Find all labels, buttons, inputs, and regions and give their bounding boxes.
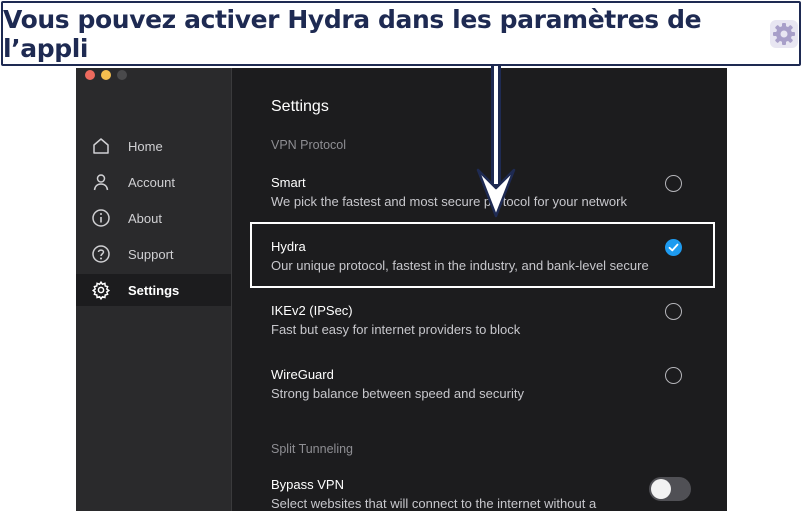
bypass-vpn-option: Bypass VPN Select websites that will con… xyxy=(271,477,701,511)
section-label-vpn-protocol: VPN Protocol xyxy=(271,138,347,152)
option-description: We pick the fastest and most secure prot… xyxy=(271,194,627,209)
option-name: WireGuard xyxy=(271,367,334,382)
sidebar-item-label: Home xyxy=(128,138,163,154)
toggle-knob xyxy=(651,479,671,499)
sidebar-item-settings[interactable]: Settings xyxy=(76,274,231,306)
checkmark-icon xyxy=(668,243,679,252)
option-name: IKEv2 (IPSec) xyxy=(271,303,353,318)
option-description: Fast but easy for internet providers to … xyxy=(271,322,521,337)
option-name: Smart xyxy=(271,175,306,190)
sidebar: Home Account About Support Settings xyxy=(76,68,232,511)
protocol-option-hydra[interactable]: Hydra Our unique protocol, fastest in th… xyxy=(271,239,701,283)
protocol-option-ikev2[interactable]: IKEv2 (IPSec) Fast but easy for internet… xyxy=(271,303,701,347)
protocol-option-wireguard[interactable]: WireGuard Strong balance between speed a… xyxy=(271,367,701,411)
close-window-button[interactable] xyxy=(85,70,95,80)
gear-icon xyxy=(769,19,799,49)
help-icon xyxy=(92,245,110,263)
gear-icon xyxy=(91,280,111,300)
zoom-window-button[interactable] xyxy=(117,70,127,80)
info-icon xyxy=(92,209,110,227)
option-description: Select websites that will connect to the… xyxy=(271,496,597,511)
sidebar-item-account[interactable]: Account xyxy=(76,166,231,198)
sidebar-item-label: Settings xyxy=(128,282,180,298)
minimize-window-button[interactable] xyxy=(101,70,111,80)
option-name: Bypass VPN xyxy=(271,477,344,492)
home-icon xyxy=(93,138,109,154)
radio-button[interactable] xyxy=(665,175,682,192)
radio-button-checked[interactable] xyxy=(665,239,682,256)
banner-text: Vous pouvez activer Hydra dans les param… xyxy=(3,4,702,63)
page-title: Settings xyxy=(271,98,329,115)
sidebar-item-support[interactable]: Support xyxy=(76,238,231,270)
option-description: Our unique protocol, fastest in the indu… xyxy=(271,258,649,273)
option-description: Strong balance between speed and securit… xyxy=(271,386,524,401)
sidebar-item-label: Support xyxy=(128,246,174,262)
bypass-vpn-toggle[interactable] xyxy=(649,477,691,501)
sidebar-item-label: Account xyxy=(128,174,175,190)
section-label-split-tunneling: Split Tunneling xyxy=(271,442,354,456)
app-window: Home Account About Support Settings Sett… xyxy=(76,68,727,511)
person-icon xyxy=(93,174,109,191)
arrow-down-icon xyxy=(476,66,516,218)
sidebar-item-home[interactable]: Home xyxy=(76,130,231,162)
window-controls xyxy=(85,70,127,80)
sidebar-item-label: About xyxy=(128,210,162,226)
option-name: Hydra xyxy=(271,239,306,254)
sidebar-item-about[interactable]: About xyxy=(76,202,231,234)
radio-button[interactable] xyxy=(665,303,682,320)
instruction-banner: Vous pouvez activer Hydra dans les param… xyxy=(1,1,801,66)
radio-button[interactable] xyxy=(665,367,682,384)
